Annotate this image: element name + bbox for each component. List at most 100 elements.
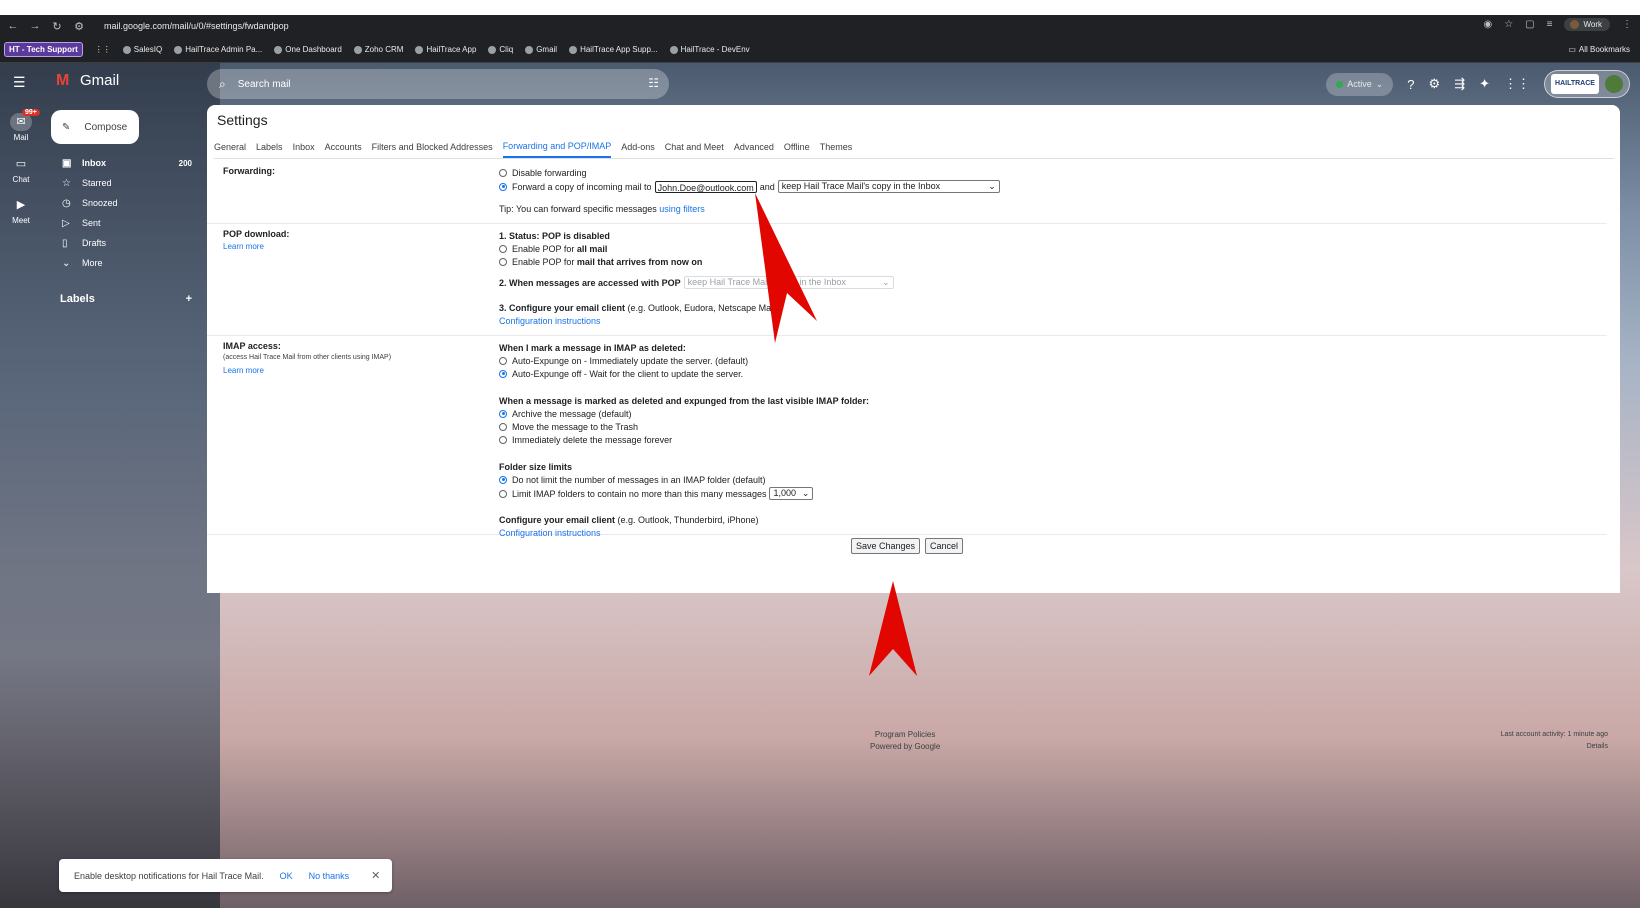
radio-limit[interactable] — [499, 489, 507, 498]
gmail-logo[interactable]: M Gmail — [56, 72, 119, 89]
rail-chat[interactable]: ▭ Chat — [0, 155, 42, 184]
inbox-count: 200 — [178, 158, 192, 168]
bookmark-item[interactable]: Cliq — [488, 45, 513, 54]
pop-config-instructions-link[interactable]: Configuration instructions — [499, 314, 1599, 327]
apps-grid-icon[interactable]: ⋮⋮ — [95, 45, 111, 54]
tab-search-icon[interactable]: ▢ — [1525, 19, 1534, 30]
header-actions: Active ⌄ ? ⚙ ⇶ ✦ ⋮⋮ HAILTRACE — [1326, 69, 1630, 99]
bookmark-item[interactable]: Gmail — [525, 45, 557, 54]
reload-icon[interactable]: ↻ — [48, 20, 66, 33]
bookmark-item[interactable]: HailTrace App Supp... — [569, 45, 658, 54]
gear-icon[interactable]: ⚙ — [1429, 76, 1441, 92]
footer-center: Program Policies Powered by Google — [870, 729, 940, 753]
sidebar-item-snoozed[interactable]: ◷ Snoozed — [48, 193, 200, 213]
option-archive[interactable]: Archive the message (default) — [499, 407, 1599, 420]
imap-sublabel: (access Hail Trace Mail from other clien… — [223, 354, 392, 361]
bookmark-item[interactable]: Zoho CRM — [353, 45, 403, 54]
tab-accounts[interactable]: Accounts — [325, 137, 362, 157]
option-pop-now[interactable]: Enable POP for mail that arrives from no… — [499, 255, 1599, 268]
gemini-icon[interactable]: ✦ — [1479, 76, 1490, 92]
rail-meet[interactable]: ▶ Meet — [0, 196, 42, 225]
radio-trash[interactable] — [499, 422, 507, 431]
help-icon[interactable]: ? — [1407, 77, 1414, 92]
tab-offline[interactable]: Offline — [784, 137, 810, 157]
search-options-icon[interactable]: ☷ — [648, 76, 659, 90]
bookmark-chip[interactable]: HT - Tech Support — [4, 42, 83, 57]
bookmark-item[interactable]: One Dashboard — [274, 45, 342, 54]
radio-delete-forever[interactable] — [499, 435, 507, 444]
option-forward-copy[interactable]: Forward a copy of incoming mail to John.… — [499, 179, 1599, 194]
option-limit[interactable]: Limit IMAP folders to contain no more th… — [499, 486, 1599, 501]
sidebar-item-sent[interactable]: ▷ Sent — [48, 213, 200, 233]
forwarding-action-select[interactable]: keep Hail Trace Mail's copy in the Inbox… — [777, 180, 1000, 193]
pop-learn-more-link[interactable]: Learn more — [223, 242, 264, 251]
tab-addons[interactable]: Add-ons — [621, 137, 655, 157]
radio-expunge-on[interactable] — [499, 356, 507, 365]
toast-ok-button[interactable]: OK — [280, 871, 293, 881]
apps-icon[interactable]: ⋮⋮ — [1504, 76, 1530, 92]
cancel-button[interactable]: Cancel — [925, 538, 964, 554]
option-pop-all[interactable]: Enable POP for all mail — [499, 242, 1599, 255]
browser-menu-icon[interactable]: ⋮ — [1622, 19, 1632, 30]
forwarding-options: Disable forwarding Forward a copy of inc… — [499, 166, 1599, 215]
option-expunge-on[interactable]: Auto-Expunge on - Immediately update the… — [499, 354, 1599, 367]
sidebar-item-starred[interactable]: ☆ Starred — [48, 173, 200, 193]
radio-pop-all[interactable] — [499, 244, 507, 253]
tab-filters[interactable]: Filters and Blocked Addresses — [372, 137, 493, 157]
tab-themes[interactable]: Themes — [820, 137, 853, 157]
toast-no-thanks-button[interactable]: No thanks — [309, 871, 350, 881]
folder-icon: ▭ — [1568, 45, 1576, 54]
tab-forwarding[interactable]: Forwarding and POP/IMAP — [502, 136, 612, 158]
radio-forward-copy[interactable] — [499, 182, 507, 191]
imap-learn-more-link[interactable]: Learn more — [223, 366, 264, 375]
eye-icon[interactable]: ◉ — [1483, 19, 1492, 30]
tab-chat-meet[interactable]: Chat and Meet — [665, 137, 724, 157]
tab-advanced[interactable]: Advanced — [734, 137, 774, 157]
sidebar-item-drafts[interactable]: ▯ Drafts — [48, 233, 200, 253]
imap-limit-select[interactable]: 1,000 ⌄ — [769, 487, 814, 500]
extension-icon[interactable]: ⇶ — [1454, 76, 1465, 92]
sidebar-item-inbox[interactable]: ▣ Inbox 200 — [48, 153, 200, 173]
account-button[interactable]: HAILTRACE — [1544, 70, 1630, 98]
tab-general[interactable]: General — [214, 137, 246, 157]
bookmark-icon — [122, 45, 131, 54]
sidebar-item-more[interactable]: ⌄ More — [48, 253, 200, 273]
media-icon[interactable]: ≡ — [1547, 19, 1553, 30]
radio-pop-now[interactable] — [499, 257, 507, 266]
option-delete-forever[interactable]: Immediately delete the message forever — [499, 433, 1599, 446]
back-icon[interactable]: ← — [4, 20, 22, 32]
radio-archive[interactable] — [499, 409, 507, 418]
option-no-limit[interactable]: Do not limit the number of messages in a… — [499, 473, 1599, 486]
all-bookmarks[interactable]: ▭ All Bookmarks — [1568, 45, 1630, 54]
bookmark-item[interactable]: HailTrace - DevEnv — [669, 45, 750, 54]
details-link[interactable]: Details — [1501, 741, 1608, 753]
add-label-icon[interactable]: + — [186, 293, 192, 305]
tab-inbox[interactable]: Inbox — [293, 137, 315, 157]
using-filters-link[interactable]: using filters — [659, 204, 705, 214]
account-org-logo: HAILTRACE — [1551, 74, 1599, 94]
search-icon[interactable]: ⌕ — [219, 77, 226, 92]
close-icon[interactable]: ✕ — [371, 869, 380, 882]
rail-mail[interactable]: ✉ 99+ Mail — [0, 109, 42, 142]
address-bar[interactable]: mail.google.com/mail/u/0/#settings/fwdan… — [104, 21, 289, 31]
option-trash[interactable]: Move the message to the Trash — [499, 420, 1599, 433]
bookmark-item[interactable]: SalesIQ — [122, 45, 162, 54]
search-input[interactable] — [237, 78, 618, 90]
bookmark-item[interactable]: HailTrace Admin Pa... — [174, 45, 262, 54]
tab-labels[interactable]: Labels — [256, 137, 283, 157]
forwarding-address-select[interactable]: John.Doe@outlook.com — [654, 180, 757, 193]
status-button[interactable]: Active ⌄ — [1326, 72, 1394, 96]
bookmark-item[interactable]: HailTrace App — [415, 45, 476, 54]
radio-no-limit[interactable] — [499, 475, 507, 484]
forward-icon[interactable]: → — [26, 20, 44, 32]
program-policies-link[interactable]: Program Policies — [870, 729, 940, 741]
site-info-icon[interactable]: ⚙ — [70, 20, 88, 33]
profile-button[interactable]: Work — [1564, 18, 1610, 31]
option-disable-forwarding[interactable]: Disable forwarding — [499, 166, 1599, 179]
radio-disable-forwarding[interactable] — [499, 168, 507, 177]
bookmark-star-icon[interactable]: ☆ — [1504, 19, 1513, 30]
compose-button[interactable]: ✎ Compose — [51, 110, 139, 144]
radio-expunge-off[interactable] — [499, 369, 507, 378]
option-expunge-off[interactable]: Auto-Expunge off - Wait for the client t… — [499, 367, 1599, 380]
save-changes-button[interactable]: Save Changes — [850, 538, 921, 554]
